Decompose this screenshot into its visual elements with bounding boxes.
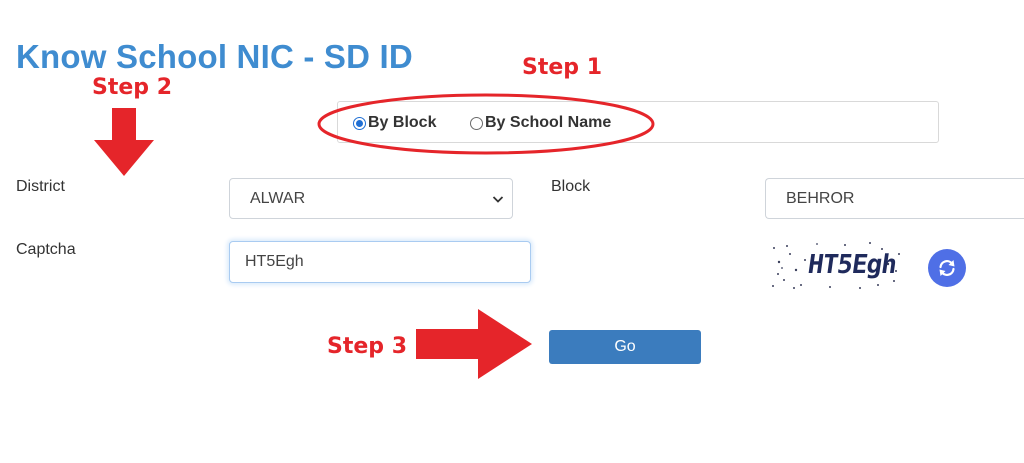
refresh-captcha-button[interactable] bbox=[928, 249, 966, 287]
captcha-image: HT5Egh bbox=[770, 240, 902, 292]
block-select-value: BEHROR bbox=[786, 189, 855, 207]
step-3-annotation: Step 3 bbox=[327, 334, 407, 359]
radio-button-unchecked[interactable] bbox=[470, 116, 483, 130]
district-select-value: ALWAR bbox=[250, 189, 306, 207]
radio-by-block-label: By Block bbox=[368, 114, 437, 131]
captcha-image-text: HT5Egh bbox=[805, 250, 899, 280]
captcha-input-value: HT5Egh bbox=[245, 253, 304, 270]
block-select[interactable]: BEHROR bbox=[765, 178, 1024, 219]
go-button[interactable]: Go bbox=[549, 330, 701, 364]
radio-by-block[interactable]: By Block bbox=[353, 114, 436, 132]
page-title: Know School NIC - SD ID bbox=[16, 38, 413, 75]
block-label: Block bbox=[551, 178, 591, 195]
captcha-label: Captcha bbox=[16, 241, 76, 258]
radio-button-checked[interactable] bbox=[353, 116, 366, 130]
chevron-down-icon bbox=[492, 196, 504, 203]
step-1-annotation: Step 1 bbox=[522, 55, 602, 80]
step-2-annotation: Step 2 bbox=[92, 75, 172, 100]
radio-by-school-name-label: By School Name bbox=[485, 114, 612, 131]
arrow-right-icon bbox=[416, 309, 532, 379]
district-label: District bbox=[16, 178, 65, 195]
radio-by-school-name[interactable]: By School Name bbox=[470, 114, 611, 132]
arrow-down-icon bbox=[94, 108, 154, 176]
district-select[interactable]: ALWAR bbox=[229, 178, 513, 219]
refresh-icon bbox=[939, 260, 955, 276]
captcha-input[interactable]: HT5Egh bbox=[229, 241, 531, 283]
